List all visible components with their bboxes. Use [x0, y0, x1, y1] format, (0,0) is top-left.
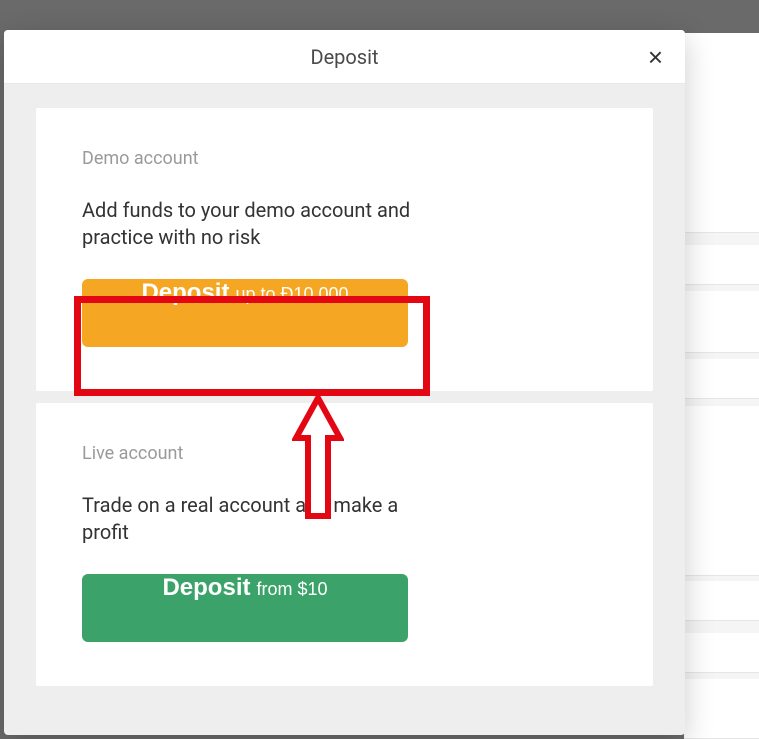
demo-deposit-button-main: Deposit [141, 279, 229, 307]
live-deposit-button[interactable]: Deposit from $10 [82, 574, 408, 642]
live-deposit-button-sub: from $10 [256, 579, 327, 600]
demo-account-label: Demo account [82, 148, 607, 169]
live-account-label: Live account [82, 443, 607, 464]
modal-title: Deposit [310, 45, 378, 69]
live-account-description: Trade on a real account and make a profi… [82, 492, 442, 546]
demo-account-description: Add funds to your demo account and pract… [82, 197, 442, 251]
demo-account-card: Demo account Add funds to your demo acco… [36, 108, 653, 391]
demo-deposit-button-sub: up to Đ10,000 [235, 284, 348, 305]
modal-header: Deposit × [4, 30, 685, 84]
deposit-modal: Deposit × Demo account Add funds to your… [4, 30, 685, 735]
live-account-card: Live account Trade on a real account and… [36, 403, 653, 686]
demo-deposit-button[interactable]: Deposit up to Đ10,000 [82, 279, 408, 347]
close-icon[interactable]: × [642, 40, 669, 74]
background-panel [684, 33, 759, 738]
live-deposit-button-main: Deposit [162, 574, 250, 602]
modal-body: Demo account Add funds to your demo acco… [4, 84, 685, 722]
